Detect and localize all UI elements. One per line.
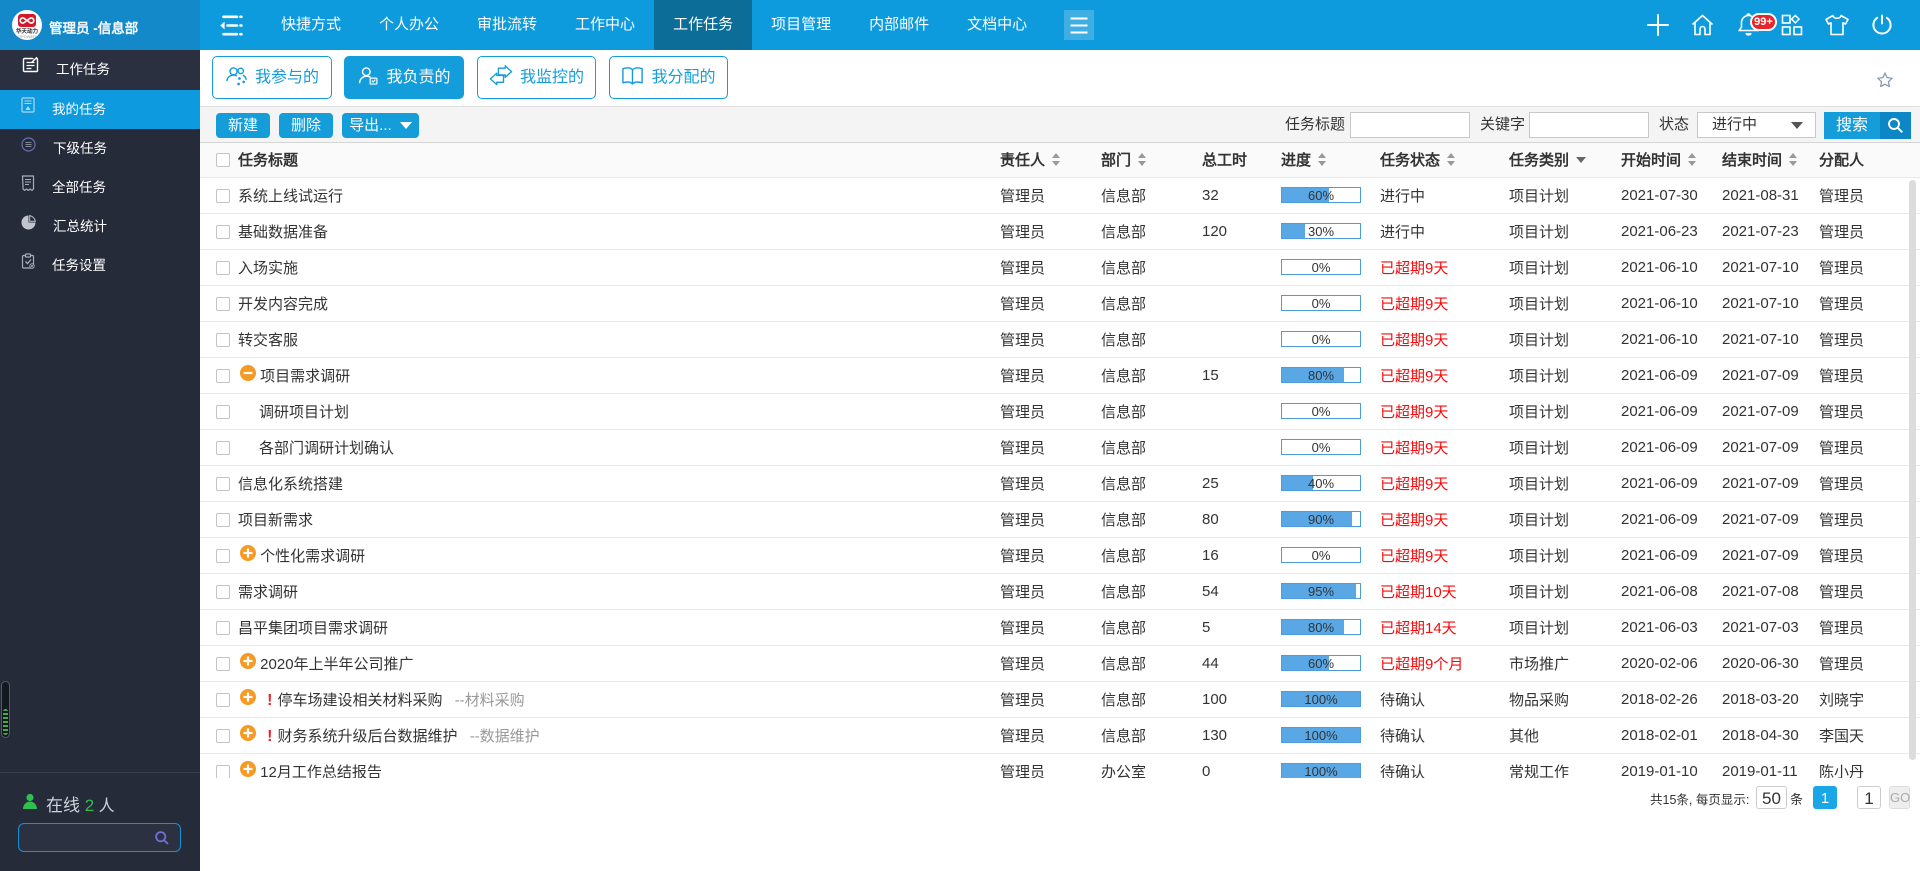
svg-text:OPOWER: OPOWER [18,34,36,39]
